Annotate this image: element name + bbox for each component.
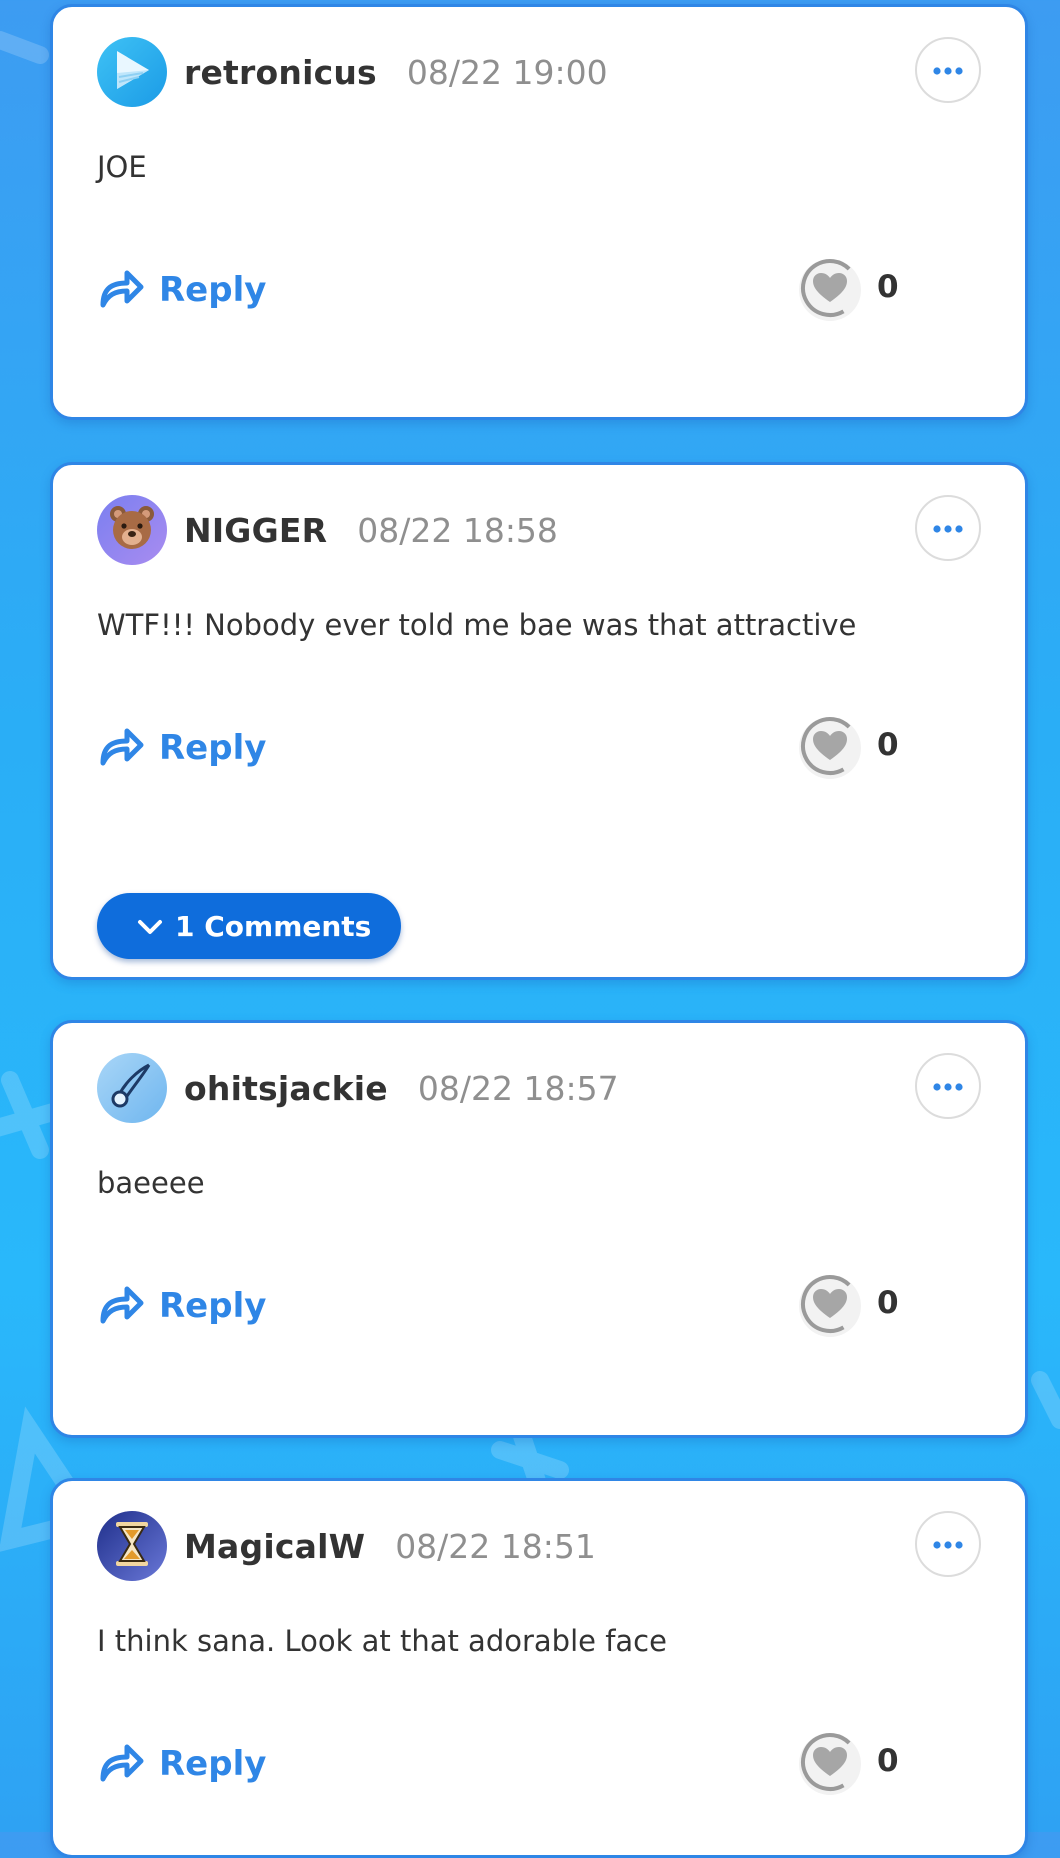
username[interactable]: NIGGER <box>184 511 327 550</box>
username[interactable]: ohitsjackie <box>184 1069 388 1108</box>
heart-icon <box>799 1273 861 1339</box>
like-button[interactable] <box>799 259 861 321</box>
comment-text: JOE <box>97 150 147 184</box>
more-options-button[interactable] <box>915 1511 981 1577</box>
like-button[interactable] <box>799 1275 861 1337</box>
timestamp: 08/22 18:51 <box>395 1526 596 1566</box>
comment-card: ohitsjackie 08/22 18:57 baeeee Reply 0 <box>50 1020 1028 1438</box>
heart-icon <box>799 715 861 781</box>
comment-card: MagicalW 08/22 18:51 I think sana. Look … <box>50 1478 1028 1858</box>
timestamp: 08/22 19:00 <box>406 52 608 92</box>
avatar[interactable] <box>97 495 167 565</box>
reply-label: Reply <box>159 1286 267 1326</box>
comment-text: WTF!!! Nobody ever told me bae was that … <box>97 608 857 642</box>
like-count: 0 <box>877 727 899 763</box>
comment-header: NIGGER 08/22 18:58 <box>97 495 558 565</box>
reply-arrow-icon <box>97 1283 145 1329</box>
play-logo-icon <box>109 47 155 97</box>
comet-icon <box>107 1061 157 1115</box>
comment-text: I think sana. Look at that adorable face <box>97 1624 667 1658</box>
comment-text: baeeee <box>97 1166 205 1200</box>
reply-button[interactable]: Reply <box>97 1281 266 1331</box>
ellipsis-icon <box>932 1077 964 1096</box>
like-count: 0 <box>877 269 899 305</box>
hourglass-icon <box>110 1519 154 1573</box>
comment-card: retronicus 08/22 19:00 JOE Reply 0 <box>50 4 1028 420</box>
ellipsis-icon <box>932 519 964 538</box>
timestamp: 08/22 18:58 <box>357 510 558 550</box>
avatar[interactable] <box>97 1511 167 1581</box>
reply-button[interactable]: Reply <box>97 723 266 773</box>
timestamp: 08/22 18:57 <box>417 1068 619 1108</box>
username[interactable]: MagicalW <box>184 1527 365 1566</box>
ellipsis-icon <box>932 1535 964 1554</box>
comment-header: retronicus 08/22 19:00 <box>97 37 608 107</box>
username[interactable]: retronicus <box>184 53 377 92</box>
reply-arrow-icon <box>97 725 145 771</box>
ellipsis-icon <box>932 61 964 80</box>
avatar[interactable] <box>97 1053 167 1123</box>
like-button[interactable] <box>799 717 861 779</box>
more-options-button[interactable] <box>915 37 981 103</box>
heart-icon <box>799 257 861 323</box>
replies-count-label: 1 Comments <box>175 909 372 943</box>
reply-arrow-icon <box>97 1741 145 1787</box>
like-count: 0 <box>877 1285 899 1321</box>
reply-label: Reply <box>159 1744 267 1784</box>
more-options-button[interactable] <box>915 495 981 561</box>
comment-card: NIGGER 08/22 18:58 WTF!!! Nobody ever to… <box>50 462 1028 980</box>
chevron-down-icon <box>137 910 163 943</box>
like-count: 0 <box>877 1743 899 1779</box>
reply-label: Reply <box>159 270 267 310</box>
avatar[interactable] <box>97 37 167 107</box>
comment-header: ohitsjackie 08/22 18:57 <box>97 1053 619 1123</box>
comment-header: MagicalW 08/22 18:51 <box>97 1511 596 1581</box>
show-replies-button[interactable]: 1 Comments <box>97 893 402 959</box>
like-button[interactable] <box>799 1733 861 1795</box>
reply-button[interactable]: Reply <box>97 265 266 315</box>
reply-button[interactable]: Reply <box>97 1739 266 1789</box>
more-options-button[interactable] <box>915 1053 981 1119</box>
reply-label: Reply <box>159 728 267 768</box>
bear-face-icon <box>106 502 158 558</box>
heart-icon <box>799 1731 861 1797</box>
reply-arrow-icon <box>97 267 145 313</box>
